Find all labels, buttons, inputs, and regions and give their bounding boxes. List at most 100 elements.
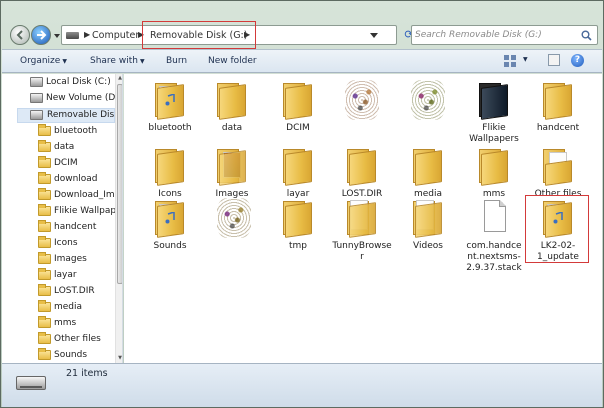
- file-item-handcent[interactable]: handcent: [528, 80, 588, 134]
- folder-icon: [411, 198, 445, 238]
- nav-item-icons[interactable]: Icons: [38, 236, 114, 252]
- nav-item-mms[interactable]: mms: [38, 316, 114, 332]
- image-folder-icon: [217, 198, 251, 238]
- file-item-tmp[interactable]: tmp: [268, 198, 328, 252]
- burn-button[interactable]: Burn: [166, 56, 187, 66]
- folder-icon: [38, 236, 51, 248]
- address-bar[interactable]: ▶ Computer ▶ Removable Disk (G:) ▶: [61, 21, 397, 49]
- nav-scrollbar[interactable]: ▲ ▼: [115, 74, 122, 363]
- file-item-images[interactable]: Images: [202, 146, 262, 200]
- preview-pane-icon[interactable]: [548, 54, 560, 66]
- search-icon[interactable]: [581, 30, 592, 41]
- images-folder-icon: [215, 146, 249, 186]
- folder-icon: [281, 198, 315, 238]
- usb-drive-icon: [30, 110, 43, 120]
- music-folder-icon: [153, 198, 187, 238]
- annotation-highlight-box: [142, 21, 256, 49]
- help-icon[interactable]: ?: [571, 54, 584, 67]
- new-folder-button[interactable]: New folder: [208, 56, 257, 66]
- open-folder-icon: [541, 146, 575, 186]
- file-item-tunnybrowser[interactable]: TunnyBrowser: [332, 198, 392, 263]
- address-row: ▶ Computer ▶ Removable Disk (G:) ▶ ⟳: [1, 1, 603, 49]
- scroll-thumb[interactable]: [117, 84, 122, 284]
- chevron-down-icon: ▼: [62, 58, 67, 65]
- nav-item-data[interactable]: data: [38, 140, 114, 156]
- nav-item-dcim[interactable]: DCIM: [38, 156, 114, 172]
- folder-icon: [345, 198, 379, 238]
- annotation-highlight-box: [525, 195, 589, 263]
- file-item-dcim[interactable]: DCIM: [268, 80, 328, 134]
- drive-icon: [66, 32, 79, 39]
- nav-item-media[interactable]: media: [38, 300, 114, 316]
- file-item-bluetooth[interactable]: bluetooth: [140, 80, 200, 134]
- nav-item-download-images[interactable]: Download_Ima: [38, 188, 120, 204]
- file-item-image-folder[interactable]: [204, 198, 264, 241]
- folder-icon: [38, 268, 51, 280]
- folder-icon: [38, 284, 51, 296]
- breadcrumb-computer[interactable]: Computer: [92, 30, 139, 41]
- forward-arrow-icon: [37, 30, 47, 40]
- folder-icon: [541, 80, 575, 120]
- nav-item-lost-dir[interactable]: LOST.DIR: [38, 284, 114, 300]
- search-input[interactable]: [415, 28, 575, 42]
- image-folder-icon: [411, 80, 445, 120]
- file-item-flikie-wallpapers[interactable]: Flikie Wallpapers: [464, 80, 524, 145]
- navigation-pane: Local Disk (C:) New Volume (D:) Removabl…: [2, 74, 123, 363]
- file-item-videos[interactable]: Videos: [398, 198, 458, 252]
- nav-item-handcent[interactable]: handcent: [38, 220, 114, 236]
- file-item-icons[interactable]: Icons: [140, 146, 200, 200]
- nav-item-bluetooth[interactable]: bluetooth: [38, 124, 114, 140]
- folder-icon: [411, 146, 445, 186]
- nav-item-removable-disk[interactable]: Removable Disk (: [17, 108, 122, 123]
- folder-icon: [38, 252, 51, 264]
- details-pane: 21 items: [2, 363, 602, 407]
- folder-icon: [38, 300, 51, 312]
- folder-icon: [38, 348, 51, 360]
- view-options-icon[interactable]: [504, 55, 518, 68]
- nav-item-download[interactable]: download: [38, 172, 114, 188]
- file-item-image-folder[interactable]: [332, 80, 392, 123]
- back-arrow-icon: [16, 30, 23, 40]
- nav-item-flikie-wallpapers[interactable]: Flikie Wallpape: [38, 204, 122, 220]
- file-item-media[interactable]: media: [398, 146, 458, 200]
- explorer-window: ▶ Computer ▶ Removable Disk (G:) ▶ ⟳ Org…: [0, 0, 604, 408]
- file-item-other-files[interactable]: Other files: [528, 146, 588, 200]
- folder-icon: [38, 172, 51, 184]
- recent-pages-chevron-icon[interactable]: [53, 32, 61, 40]
- file-item-lost-dir[interactable]: LOST.DIR: [332, 146, 392, 200]
- wallpaper-folder-icon: [477, 80, 511, 120]
- folder-icon: [153, 146, 187, 186]
- search-box[interactable]: [411, 25, 598, 45]
- file-item-layar[interactable]: layar: [268, 146, 328, 200]
- file-item-sounds[interactable]: Sounds: [140, 198, 200, 252]
- file-item-com-handcent-stack[interactable]: com.handcent.nextsms-2.9.37.stack: [464, 198, 524, 274]
- file-item-mms[interactable]: mms: [464, 146, 524, 200]
- nav-item-layar[interactable]: layar: [38, 268, 114, 284]
- folder-icon: [477, 146, 511, 186]
- organize-menu[interactable]: Organize ▼: [20, 56, 67, 66]
- folder-icon: [38, 316, 51, 328]
- breadcrumb-separator-icon[interactable]: ▶: [84, 30, 90, 39]
- scroll-down-icon[interactable]: ▼: [117, 355, 122, 362]
- file-item-image-folder[interactable]: [398, 80, 458, 123]
- folder-icon: [38, 188, 51, 200]
- address-dropdown-icon[interactable]: [370, 33, 378, 39]
- chevron-down-icon: ▼: [139, 58, 145, 65]
- file-item-data[interactable]: data: [202, 80, 262, 134]
- scroll-up-icon[interactable]: ▲: [117, 75, 122, 82]
- view-options-chevron-icon[interactable]: ▼: [523, 56, 528, 63]
- forward-button[interactable]: [31, 25, 51, 45]
- usb-drive-icon: [16, 376, 46, 390]
- nav-item-sounds[interactable]: Sounds: [38, 348, 114, 363]
- folder-icon: [38, 220, 51, 232]
- music-folder-icon: [153, 80, 187, 120]
- nav-item-local-disk-c[interactable]: Local Disk (C:): [30, 76, 114, 91]
- nav-item-images[interactable]: Images: [38, 252, 114, 268]
- share-with-menu[interactable]: Share with ▼: [90, 56, 145, 66]
- folder-icon: [38, 332, 51, 344]
- nav-item-new-volume-d[interactable]: New Volume (D:): [30, 92, 122, 107]
- folder-icon: [345, 146, 379, 186]
- back-button[interactable]: [10, 25, 30, 45]
- drive-icon: [30, 93, 43, 103]
- nav-item-other-files[interactable]: Other files: [38, 332, 114, 348]
